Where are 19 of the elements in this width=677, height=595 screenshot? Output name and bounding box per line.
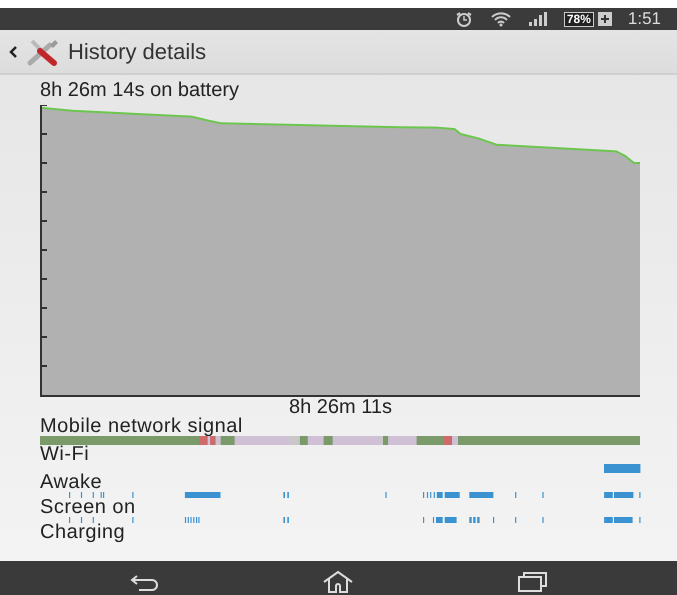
alarm-icon — [454, 11, 474, 27]
time-label: 8h 26m 11s — [288, 397, 392, 417]
timeline-label: Awake — [40, 473, 104, 492]
timeline-label: Charging — [40, 523, 126, 542]
battery-summary: 8h 26m 14s on battery — [40, 78, 240, 101]
battery-level: 78% — [564, 12, 594, 26]
signal-icon — [528, 12, 548, 26]
home-icon[interactable] — [322, 570, 354, 594]
screen-title: History details — [68, 38, 206, 66]
clock: 1:51 — [628, 8, 661, 30]
back-icon[interactable] — [8, 44, 18, 58]
wifi-icon — [490, 11, 512, 27]
wifi-timeline — [604, 464, 641, 473]
recent-apps-icon[interactable] — [516, 571, 548, 593]
timeline-label: Mobile network signal — [40, 417, 244, 436]
charging-icon — [598, 12, 612, 26]
timeline-label: Screen on — [40, 498, 137, 517]
timeline-label: Wi-Fi — [40, 445, 90, 464]
tools-icon — [26, 36, 60, 66]
